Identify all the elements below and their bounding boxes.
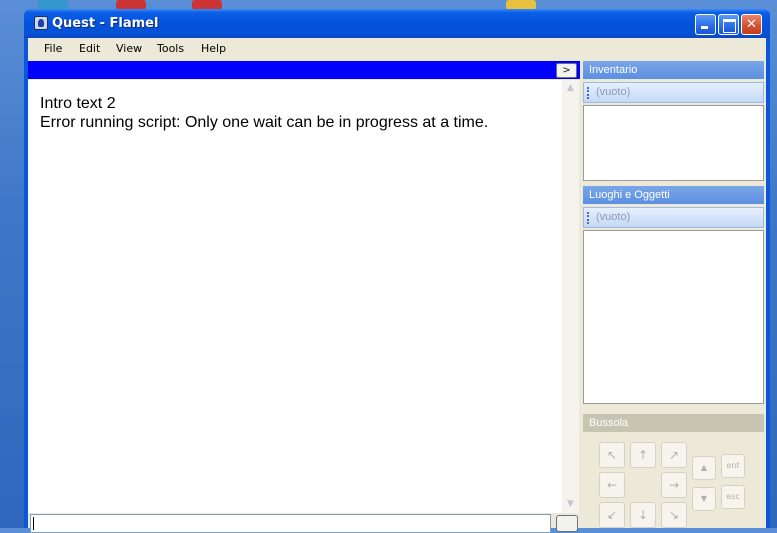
compass-south-button[interactable]: ↓ — [630, 502, 656, 528]
compass-east-button[interactable]: → — [661, 472, 687, 498]
command-submit-button[interactable] — [556, 515, 578, 532]
output-line: Error running script: Only one wait can … — [40, 114, 489, 131]
compass-southeast-button[interactable]: ↘ — [661, 502, 687, 528]
close-button[interactable]: ✕ — [741, 14, 762, 35]
places-empty-label: (vuoto) — [596, 211, 631, 223]
game-output: Intro text 2 Error running script: Only … — [28, 80, 562, 513]
scroll-down-arrow-icon[interactable]: ▼ — [562, 496, 579, 513]
grip-icon — [587, 212, 589, 224]
compass-header[interactable]: Bussola — [583, 414, 764, 432]
output-line: Intro text 2 — [40, 95, 116, 112]
status-bar — [28, 61, 580, 79]
compass-southwest-button[interactable]: ↙ — [599, 502, 625, 528]
places-header[interactable]: Luoghi e Oggetti — [583, 186, 764, 204]
command-input[interactable] — [30, 514, 551, 533]
menu-edit[interactable]: Edit — [79, 42, 100, 55]
minimize-button[interactable] — [695, 14, 716, 35]
places-list[interactable] — [583, 230, 764, 404]
compass-north-button[interactable]: ↑ — [630, 442, 656, 468]
title-bar[interactable]: Quest - Flamel ✕ — [24, 9, 770, 38]
menu-file[interactable]: File — [44, 42, 62, 55]
window-title: Quest - Flamel — [52, 16, 159, 31]
compass-west-button[interactable]: ← — [599, 472, 625, 498]
text-caret — [33, 517, 34, 530]
menu-help[interactable]: Help — [201, 42, 226, 55]
inventory-list-header[interactable]: (vuoto) — [583, 82, 764, 103]
compass-pad: ↖ ↑ ↗ ← → ↙ ↓ ↘ ▲ ▼ ent esc — [583, 434, 764, 528]
quest-app-icon — [34, 16, 48, 30]
maximize-button[interactable] — [718, 14, 739, 35]
places-list-header[interactable]: (vuoto) — [583, 207, 764, 228]
compass-enter-button[interactable]: ent — [721, 454, 745, 478]
menu-bar: File Edit View Tools Help — [28, 38, 766, 60]
compass-northeast-button[interactable]: ↗ — [661, 442, 687, 468]
output-scrollbar[interactable]: ▲ ▼ — [562, 80, 579, 513]
app-window: Quest - Flamel ✕ File Edit View Tools He… — [24, 9, 770, 533]
compass-down-button[interactable]: ▼ — [692, 487, 716, 511]
client-area: File Edit View Tools Help > Intro text 2… — [28, 38, 766, 533]
inventory-empty-label: (vuoto) — [596, 86, 631, 98]
menu-view[interactable]: View — [116, 42, 142, 55]
menu-tools[interactable]: Tools — [157, 42, 184, 55]
grip-icon — [587, 87, 589, 99]
compass-escape-button[interactable]: esc — [721, 485, 745, 509]
compass-northwest-button[interactable]: ↖ — [599, 442, 625, 468]
inventory-header[interactable]: Inventario — [583, 61, 764, 79]
scroll-up-arrow-icon[interactable]: ▲ — [562, 80, 579, 97]
inventory-list[interactable] — [583, 105, 764, 181]
compass-up-button[interactable]: ▲ — [692, 456, 716, 480]
expand-panes-button[interactable]: > — [556, 63, 577, 78]
